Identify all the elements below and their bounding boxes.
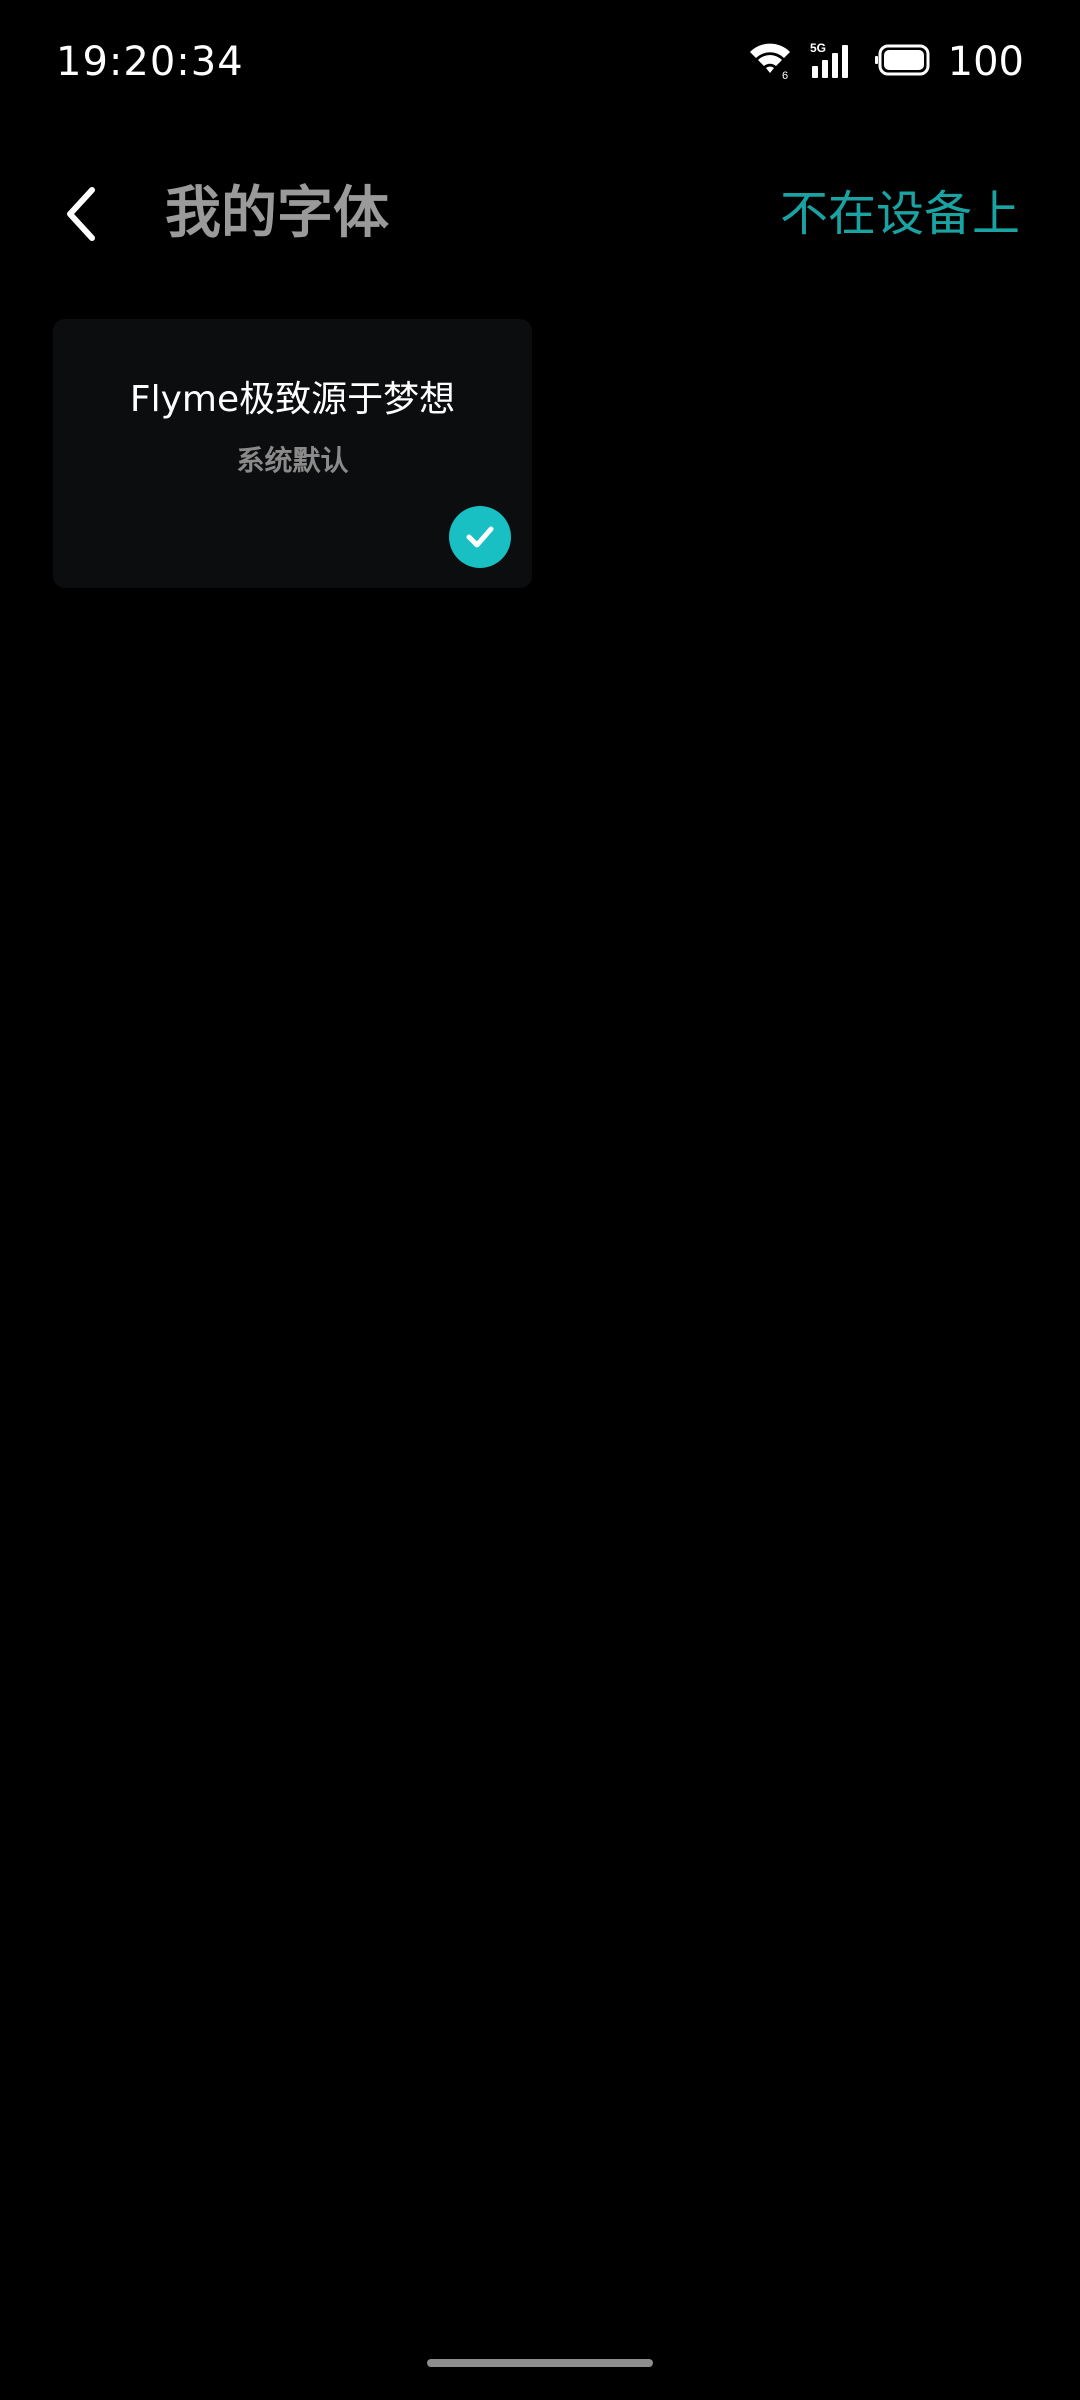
chevron-left-icon xyxy=(67,187,95,241)
signal-5g-icon: 5G xyxy=(810,40,856,84)
page-title: 我的字体 xyxy=(165,181,389,246)
app-header: 我的字体 不在设备上 xyxy=(0,150,1080,270)
battery-icon xyxy=(874,44,930,80)
selected-check-icon xyxy=(449,506,511,568)
battery-level: 100 xyxy=(947,39,1024,85)
status-icons: 6 5G 100 xyxy=(748,36,1024,88)
status-time: 19:20:34 xyxy=(56,39,244,85)
wifi-badge-text: 6 xyxy=(782,70,788,80)
wifi-icon: 6 xyxy=(748,40,792,84)
home-indicator[interactable] xyxy=(427,2359,653,2367)
font-name: 系统默认 xyxy=(236,444,349,477)
status-bar: 19:20:34 6 5G 100 xyxy=(0,0,1080,126)
not-on-device-button[interactable]: 不在设备上 xyxy=(780,176,1020,252)
font-card[interactable]: Flyme极致源于梦想 系统默认 xyxy=(53,319,532,588)
font-preview-text: Flyme极致源于梦想 xyxy=(129,379,456,420)
network-type-text: 5G xyxy=(810,41,826,55)
back-button[interactable] xyxy=(40,174,120,254)
